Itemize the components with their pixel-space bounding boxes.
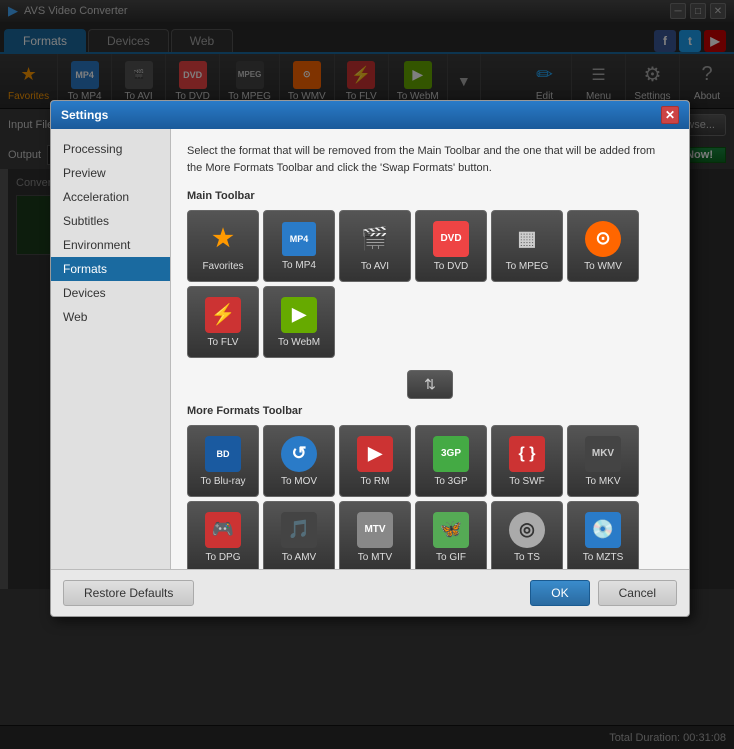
dvd-format-icon: DVD	[433, 221, 469, 257]
dialog-content: Select the format that will be removed f…	[171, 129, 689, 569]
wmv-format-icon: ⊙	[585, 221, 621, 257]
sidebar-item-subtitles[interactable]: Subtitles	[51, 209, 170, 233]
footer-right-buttons: OK Cancel	[530, 580, 677, 606]
format-btn-mp4[interactable]: MP4 To MP4	[263, 210, 335, 282]
format-btn-mzts[interactable]: 💿 To MZTS	[567, 501, 639, 569]
ok-button[interactable]: OK	[530, 580, 589, 606]
swf-format-icon: { }	[509, 436, 545, 472]
sidebar-item-acceleration[interactable]: Acceleration	[51, 185, 170, 209]
format-btn-3gp[interactable]: 3GP To 3GP	[415, 425, 487, 497]
dialog-title: Settings	[61, 108, 108, 122]
dialog-sidebar: Processing Preview Acceleration Subtitle…	[51, 129, 171, 569]
swap-formats-button[interactable]: ⇅	[407, 370, 453, 399]
mov-format-icon: ↺	[281, 436, 317, 472]
gif-format-icon: 🦋	[433, 512, 469, 548]
format-btn-mov[interactable]: ↺ To MOV	[263, 425, 335, 497]
format-btn-favorites[interactable]: ★ Favorites	[187, 210, 259, 282]
mkv-format-label: To MKV	[585, 476, 620, 487]
modal-overlay: Settings ✕ Processing Preview Accelerati…	[0, 0, 734, 749]
webm-format-icon: ▶	[281, 297, 317, 333]
bluray-format-label: To Blu-ray	[200, 476, 245, 487]
3gp-format-label: To 3GP	[434, 476, 467, 487]
more-formats-grid: BD To Blu-ray ↺ To MOV ▶ To RM	[187, 425, 673, 569]
main-toolbar-format-grid: ★ Favorites MP4 To MP4 🎬 To AVI	[187, 210, 673, 358]
format-btn-dpg[interactable]: 🎮 To DPG	[187, 501, 259, 569]
main-toolbar-section-label: Main Toolbar	[187, 190, 673, 202]
3gp-format-icon: 3GP	[433, 436, 469, 472]
gif-format-label: To GIF	[436, 552, 466, 563]
mtv-format-label: To MTV	[358, 552, 392, 563]
ts-format-label: To TS	[514, 552, 540, 563]
avi-format-icon: 🎬	[357, 221, 393, 257]
cancel-button[interactable]: Cancel	[598, 580, 677, 606]
bluray-format-icon: BD	[205, 436, 241, 472]
sidebar-item-web[interactable]: Web	[51, 305, 170, 329]
flv-format-icon: ⚡	[205, 297, 241, 333]
format-btn-ts[interactable]: ◎ To TS	[491, 501, 563, 569]
mzts-format-icon: 💿	[585, 512, 621, 548]
dpg-format-icon: 🎮	[205, 512, 241, 548]
webm-format-label: To WebM	[278, 337, 320, 348]
swf-format-label: To SWF	[509, 476, 545, 487]
format-btn-amv[interactable]: 🎵 To AMV	[263, 501, 335, 569]
flv-format-label: To FLV	[208, 337, 239, 348]
dialog-close-button[interactable]: ✕	[661, 106, 679, 124]
favorites-icon: ★	[205, 221, 241, 257]
dialog-body: Processing Preview Acceleration Subtitle…	[51, 129, 689, 569]
amv-format-label: To AMV	[282, 552, 316, 563]
mov-format-label: To MOV	[281, 476, 317, 487]
wmv-format-label: To WMV	[584, 261, 622, 272]
format-btn-dvd[interactable]: DVD To DVD	[415, 210, 487, 282]
dialog-footer: Restore Defaults OK Cancel	[51, 569, 689, 616]
mpeg-format-label: To MPEG	[506, 261, 549, 272]
mp4-format-icon: MP4	[282, 222, 316, 256]
format-btn-gif[interactable]: 🦋 To GIF	[415, 501, 487, 569]
dvd-format-label: To DVD	[434, 261, 468, 272]
dialog-description: Select the format that will be removed f…	[187, 143, 673, 176]
favorites-label: Favorites	[202, 261, 243, 272]
rm-format-icon: ▶	[357, 436, 393, 472]
ts-format-icon: ◎	[509, 512, 545, 548]
format-btn-swf[interactable]: { } To SWF	[491, 425, 563, 497]
mzts-format-label: To MZTS	[583, 552, 624, 563]
dpg-format-label: To DPG	[205, 552, 240, 563]
sidebar-item-processing[interactable]: Processing	[51, 137, 170, 161]
format-btn-bluray[interactable]: BD To Blu-ray	[187, 425, 259, 497]
swap-btn-container: ⇅	[187, 370, 673, 399]
format-btn-flv[interactable]: ⚡ To FLV	[187, 286, 259, 358]
format-btn-avi[interactable]: 🎬 To AVI	[339, 210, 411, 282]
format-btn-mkv[interactable]: MKV To MKV	[567, 425, 639, 497]
mtv-format-icon: MTV	[357, 512, 393, 548]
format-btn-mpeg[interactable]: ▦ To MPEG	[491, 210, 563, 282]
rm-format-label: To RM	[361, 476, 390, 487]
mpeg-format-icon: ▦	[509, 221, 545, 257]
sidebar-item-environment[interactable]: Environment	[51, 233, 170, 257]
mp4-format-label: To MP4	[282, 260, 316, 271]
settings-dialog: Settings ✕ Processing Preview Accelerati…	[50, 100, 690, 617]
format-btn-mtv[interactable]: MTV To MTV	[339, 501, 411, 569]
amv-format-icon: 🎵	[281, 512, 317, 548]
avi-format-label: To AVI	[361, 261, 389, 272]
sidebar-item-formats[interactable]: Formats	[51, 257, 170, 281]
dialog-titlebar: Settings ✕	[51, 101, 689, 129]
more-formats-section-label: More Formats Toolbar	[187, 405, 673, 417]
sidebar-item-preview[interactable]: Preview	[51, 161, 170, 185]
sidebar-item-devices[interactable]: Devices	[51, 281, 170, 305]
restore-defaults-button[interactable]: Restore Defaults	[63, 580, 194, 606]
format-btn-wmv[interactable]: ⊙ To WMV	[567, 210, 639, 282]
format-btn-webm[interactable]: ▶ To WebM	[263, 286, 335, 358]
mkv-format-icon: MKV	[585, 436, 621, 472]
format-btn-rm[interactable]: ▶ To RM	[339, 425, 411, 497]
